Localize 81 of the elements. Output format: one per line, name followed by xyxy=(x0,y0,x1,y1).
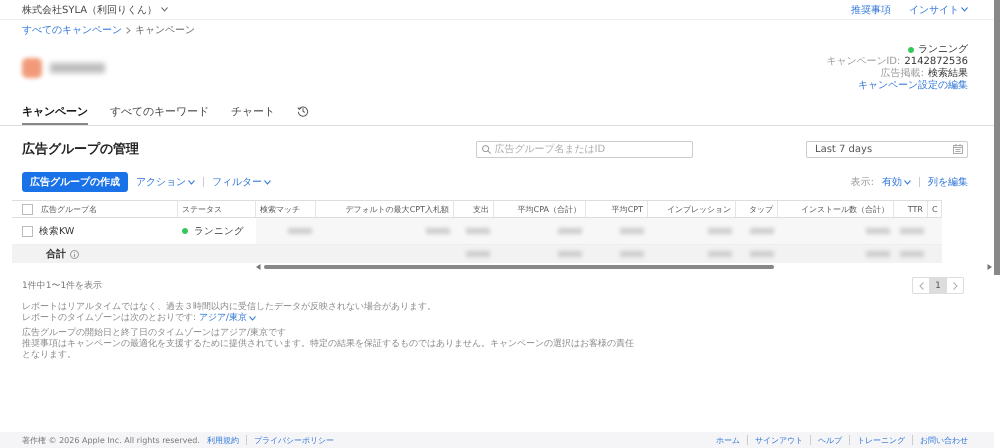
info-icon xyxy=(70,250,79,258)
blurred-value xyxy=(288,228,312,234)
tab[interactable]: すべてのキーワード xyxy=(110,99,209,125)
blurred-value xyxy=(866,228,890,234)
blurred-value xyxy=(708,251,732,257)
edit-campaign-link[interactable]: キャンペーン設定の編集 xyxy=(858,80,968,92)
date-range-field[interactable]: Last 7 days xyxy=(806,140,968,158)
edit-columns-link[interactable]: 列を編集 xyxy=(928,175,968,189)
blurred-value xyxy=(620,251,644,257)
blurred-value xyxy=(466,251,490,257)
calendar-icon xyxy=(953,144,963,154)
scroll-right-icon xyxy=(987,264,992,270)
row-checkbox[interactable] xyxy=(22,226,33,236)
chevron-left-icon xyxy=(918,282,924,290)
history-icon xyxy=(297,105,309,117)
note-text: レポートはリアルタイムではなく、過去３時間以内に受信したデータが反映されない場合があります。 xyxy=(22,302,437,312)
footer-link[interactable]: ヘルプ xyxy=(818,434,842,446)
scroll-left-icon xyxy=(256,264,261,270)
status-dot xyxy=(908,47,914,53)
footer-link[interactable]: プライバシーポリシー xyxy=(254,434,334,446)
result-count: 1件中1〜1件を表示 xyxy=(22,280,102,292)
chevron-right-icon xyxy=(952,282,958,290)
timezone-note: レポートのタイムゾーンは次のとおりです: アジア/東京 xyxy=(22,313,642,324)
account-selector[interactable]: 株式会社SYLA（利回りくん） xyxy=(22,2,168,16)
blurred-value xyxy=(558,251,582,257)
note-text: 推奨事項はキャンペーンの最適化を支援するために提供されています。特定の結果を保証するものではありません。キャンペーンの選択はお客様の責任となります。 xyxy=(22,339,635,361)
footer-link[interactable]: トレーニング xyxy=(857,434,905,446)
tab[interactable]: キャンペーン xyxy=(22,99,88,125)
footer-link[interactable]: サインアウト xyxy=(755,434,803,446)
page-number[interactable]: 1 xyxy=(930,278,947,293)
blurred-value xyxy=(866,251,890,257)
scrollbar-thumb[interactable] xyxy=(264,265,774,269)
placement-value: 検索結果 xyxy=(928,68,968,80)
breadcrumb-item[interactable]: すべてのキャンペーン xyxy=(22,23,122,37)
chevron-down-icon xyxy=(161,7,168,12)
blurred-value xyxy=(900,228,924,234)
ad-group-name[interactable]: 検索KW xyxy=(39,224,74,238)
blurred-value xyxy=(620,228,644,234)
status-text: ランニング xyxy=(194,224,244,238)
footer-link[interactable]: 利用規約 xyxy=(206,434,239,446)
blurred-value xyxy=(750,228,774,234)
horizontal-scrollbar[interactable] xyxy=(256,263,994,271)
create-ad-group-button[interactable]: 広告グループの作成 xyxy=(22,172,128,192)
blurred-value xyxy=(708,228,732,234)
chevron-right-icon xyxy=(126,26,131,34)
blurred-value xyxy=(558,228,582,234)
blurred-value xyxy=(426,228,450,234)
note-text: 広告グループの開始日と終了日のタイムゾーンはアジア/東京です xyxy=(22,328,288,338)
footer-link[interactable]: お問い合わせ xyxy=(920,434,968,446)
blurred-value xyxy=(750,251,774,257)
header-link[interactable]: インサイト xyxy=(909,2,968,16)
status-dot xyxy=(182,228,188,234)
blurred-value xyxy=(900,251,924,257)
search-icon xyxy=(482,144,490,154)
view-label: 表示: xyxy=(850,176,874,189)
caret-icon xyxy=(264,180,271,184)
tab[interactable]: チャート xyxy=(231,99,275,125)
campaign-id-label: キャンペーンID: xyxy=(826,56,900,68)
blurred-value xyxy=(466,228,490,234)
dropdown-menu[interactable]: フィルター xyxy=(212,175,271,189)
dropdown-menu[interactable]: アクション xyxy=(136,175,195,189)
placement-label: 広告掲載: xyxy=(880,68,924,80)
total-label: 合計 xyxy=(46,248,66,261)
campaign-status: ランニング xyxy=(918,44,968,56)
search-field[interactable]: 広告グループ名またはID xyxy=(476,140,692,158)
blurred-app-icon xyxy=(22,58,42,78)
view-filter-dropdown[interactable]: 有効 xyxy=(882,175,911,189)
section-title: 広告グループの管理 xyxy=(22,140,140,158)
timezone-link[interactable]: アジア/東京 xyxy=(198,313,256,324)
select-all-checkbox[interactable] xyxy=(22,204,33,214)
footer-link[interactable]: ホーム xyxy=(716,434,740,446)
header-link[interactable]: 推奨事項 xyxy=(851,2,891,16)
blurred-app-name xyxy=(50,63,105,73)
caret-icon xyxy=(188,180,195,184)
caret-icon xyxy=(248,316,256,321)
caret-icon xyxy=(961,7,968,12)
vertical-scrollbar[interactable] xyxy=(994,0,1000,275)
caret-icon xyxy=(904,180,911,184)
breadcrumb-item: キャンペーン xyxy=(135,24,195,37)
campaign-id: 2142872536 xyxy=(904,56,968,68)
copyright-text: 著作権 © 2026 Apple Inc. All rights reserved. xyxy=(22,434,200,446)
